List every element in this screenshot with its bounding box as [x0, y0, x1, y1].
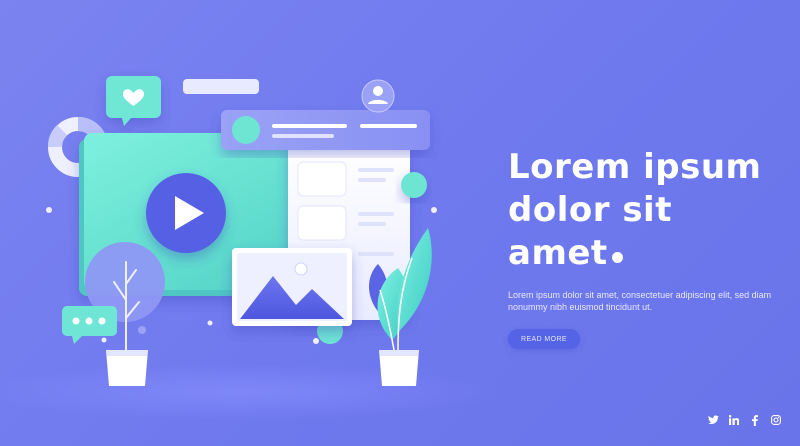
- header-avatar-dot: [232, 116, 260, 144]
- hero-title-line-3: amet: [508, 232, 778, 275]
- twitter-icon[interactable]: [707, 414, 719, 426]
- hero-title-line-1: Lorem ipsum: [508, 147, 762, 187]
- linkedin-icon[interactable]: [728, 414, 740, 426]
- right-pot: [379, 350, 419, 386]
- facebook-icon[interactable]: [749, 414, 761, 426]
- title-dot: [611, 252, 623, 263]
- teal-dot-right: [401, 172, 427, 198]
- panel-thumb-2: [297, 205, 347, 241]
- hero-content: Lorem ipsum dolor sit amet Lorem ipsum d…: [508, 146, 778, 349]
- user-icon: [361, 79, 395, 113]
- panel-thumb-1: [297, 161, 347, 197]
- hero-title-line-3-text: amet: [508, 233, 608, 273]
- instagram-icon[interactable]: [770, 414, 782, 426]
- floating-bar: [183, 79, 259, 94]
- hero-title: Lorem ipsum dolor sit amet: [508, 146, 778, 275]
- hero-description: Lorem ipsum dolor sit amet, consectetuer…: [508, 290, 772, 312]
- hero-title-line-2: dolor sit: [508, 190, 672, 230]
- read-more-button[interactable]: READ MORE: [508, 329, 580, 349]
- left-pot: [106, 350, 148, 386]
- chat-dots-icon: [62, 306, 117, 344]
- social-links: [707, 414, 782, 426]
